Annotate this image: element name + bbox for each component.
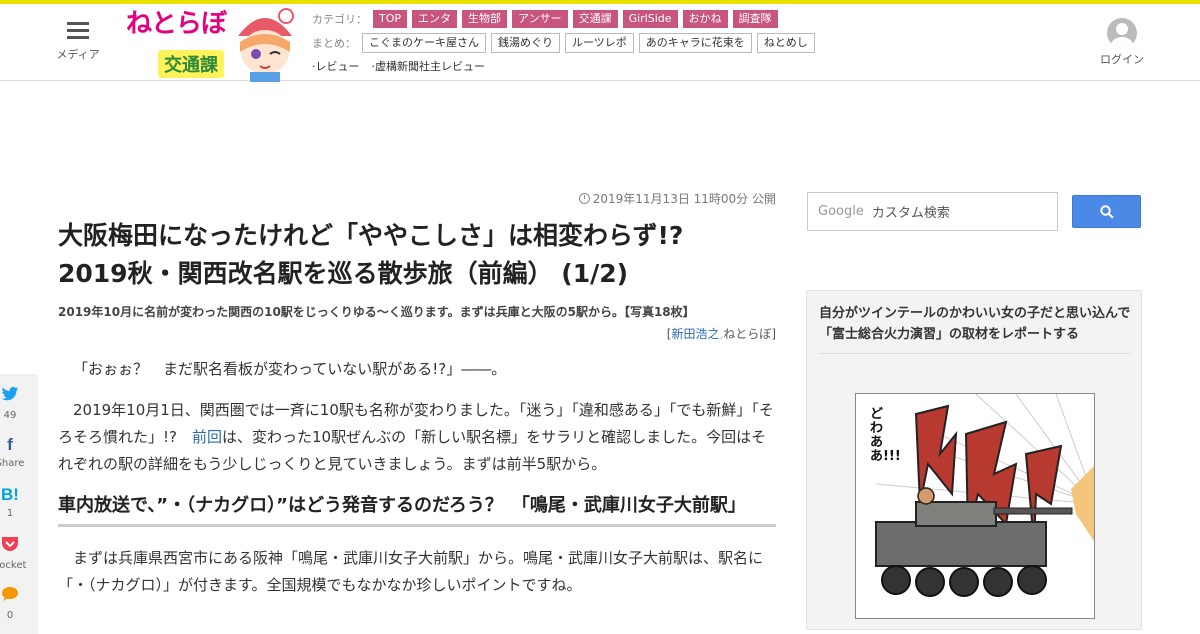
byline-bracket-close: ]: [771, 327, 776, 341]
article-title-line1: 大阪梅田になったけれど「ややこしさ」は相変わらず!?: [58, 221, 684, 250]
pocket-button[interactable]: Pocket: [0, 536, 30, 571]
article-body: 「おぉぉ？ まだ駅名看板が変わっていない駅がある!?」――。 2019年10月1…: [58, 356, 776, 599]
pocket-icon: [0, 536, 30, 556]
section-heading: 車内放送で、”・（ナカグロ）”はどう発音するのだろう？ 「鳴尾・武庫川女子大前駅…: [58, 492, 776, 527]
hatena-bookmark-button[interactable]: B! 1: [0, 485, 30, 520]
manga-illustration-icon: [875, 394, 1094, 597]
extra-link-kyoko-review[interactable]: ·虚構新聞社主レビュー: [372, 58, 486, 74]
site-header: メディア ねとらぼ 交通課 カテゴリ： TOP エンタ 生物部 アンサー 交通課…: [0, 4, 1200, 82]
category-label: カテゴリ：: [312, 13, 367, 26]
facebook-share-button[interactable]: f Share: [0, 435, 30, 470]
media-menu-label: メディア: [56, 48, 100, 61]
search-icon: [1100, 205, 1114, 219]
matome-nav: まとめ： こぐまのケーキ屋さん 銭湯めぐり ルーツレポ あのキャラに花束を ねと…: [312, 33, 820, 53]
matome-tag[interactable]: あのキャラに花束を: [638, 33, 752, 53]
extra-link-review[interactable]: ·レビュー: [312, 58, 360, 74]
category-tag[interactable]: 調査隊: [732, 10, 778, 28]
hatena-count: 1: [6, 508, 14, 519]
pocket-label: Pocket: [0, 560, 27, 571]
category-tag[interactable]: アンサー: [512, 10, 568, 28]
login-button[interactable]: ログイン: [1098, 18, 1146, 67]
category-nav: カテゴリ： TOP エンタ 生物部 アンサー 交通課 GirlSide おかね …: [312, 10, 783, 28]
category-tag[interactable]: おかね: [682, 10, 728, 28]
category-tag[interactable]: 交通課: [572, 10, 618, 28]
comment-icon: [0, 586, 30, 606]
site-logo[interactable]: ねとらぼ 交通課: [126, 6, 302, 82]
matome-label: まとめ：: [312, 37, 356, 50]
site-name: ねとらぼ: [723, 327, 772, 341]
matome-tag[interactable]: 銭湯めぐり: [491, 33, 560, 53]
hamburger-icon: [67, 22, 89, 40]
publish-date: 2019年11月13日 11時00分 公開: [58, 190, 776, 207]
facebook-share-label: Share: [0, 458, 25, 469]
share-bar: 49 f Share B! 1 Pocket 0: [0, 374, 38, 634]
logo-title: ねとらぼ: [126, 9, 227, 39]
twitter-count: 49: [3, 410, 17, 421]
search-placeholder: カスタム検索: [871, 206, 950, 221]
google-brand-label: Google: [818, 204, 864, 219]
clock-icon: [578, 193, 590, 204]
previous-article-link[interactable]: 前回: [192, 428, 222, 446]
manga-caption: どわああ!!!: [870, 407, 901, 464]
matome-tag[interactable]: こぐまのケーキ屋さん: [362, 33, 486, 53]
paragraph-3: まずは兵庫県西宮市にある阪神「鳴尾・武庫川女子大前駅」から。鳴尾・武庫川女子大前…: [58, 549, 764, 594]
publish-date-text: 2019年11月13日 11時00分 公開: [592, 192, 776, 206]
mascot-icon: [238, 8, 294, 82]
related-article-image[interactable]: どわああ!!!: [855, 393, 1095, 619]
article-lead: 2019年10月に名前が変わった関西の10駅をじっくりゆる～く巡ります。まずは兵…: [58, 305, 695, 319]
article-title-line2: 2019秋・関西改名駅を巡る散歩旅（前編） (1/2): [58, 259, 629, 288]
comment-button[interactable]: 0: [0, 586, 30, 621]
matome-tag[interactable]: ルーツレポ: [565, 33, 634, 53]
author-link[interactable]: 新田浩之: [671, 327, 719, 341]
media-menu-button[interactable]: メディア: [52, 22, 104, 66]
byline: [新田浩之,ねとらぼ]: [58, 325, 776, 342]
category-tag[interactable]: GirlSide: [622, 10, 678, 28]
category-tag[interactable]: 生物部: [462, 10, 508, 28]
related-article-card[interactable]: 自分がツインテールのかわいい女の子だと思い込んで「富士総合火力演習」の取材をレポ…: [806, 290, 1142, 630]
twitter-share-button[interactable]: 49: [0, 386, 30, 421]
related-article-title[interactable]: 自分がツインテールのかわいい女の子だと思い込んで「富士総合火力演習」の取材をレポ…: [819, 303, 1131, 354]
search-input[interactable]: Google カスタム検索: [807, 192, 1058, 231]
login-label: ログイン: [1100, 53, 1144, 66]
article-title: 大阪梅田になったけれど「ややこしさ」は相変わらず!? 2019秋・関西改名駅を巡…: [58, 217, 776, 293]
extra-nav: ·レビュー ·虚構新聞社主レビュー: [312, 58, 497, 74]
paragraph-2: 2019年10月1日、関西圏では一斉に10駅も名称が変わりました。「迷う」「違和…: [58, 397, 776, 478]
logo-subtitle: 交通課: [158, 50, 224, 78]
paragraph-1: 「おぉぉ？ まだ駅名看板が変わっていない駅がある!?」――。: [73, 360, 507, 378]
hatena-bookmark-icon: B!: [1, 485, 19, 504]
twitter-icon: [0, 386, 30, 406]
matome-tag[interactable]: ねとめし: [756, 33, 815, 53]
comment-count: 0: [6, 610, 14, 621]
facebook-icon: f: [7, 435, 13, 454]
category-tag[interactable]: エンタ: [412, 10, 458, 28]
article: 2019年11月13日 11時00分 公開 大阪梅田になったけれど「ややこしさ」…: [58, 190, 776, 599]
search-button[interactable]: [1072, 195, 1141, 228]
user-avatar-icon: [1107, 18, 1137, 48]
category-tag[interactable]: TOP: [373, 10, 408, 28]
